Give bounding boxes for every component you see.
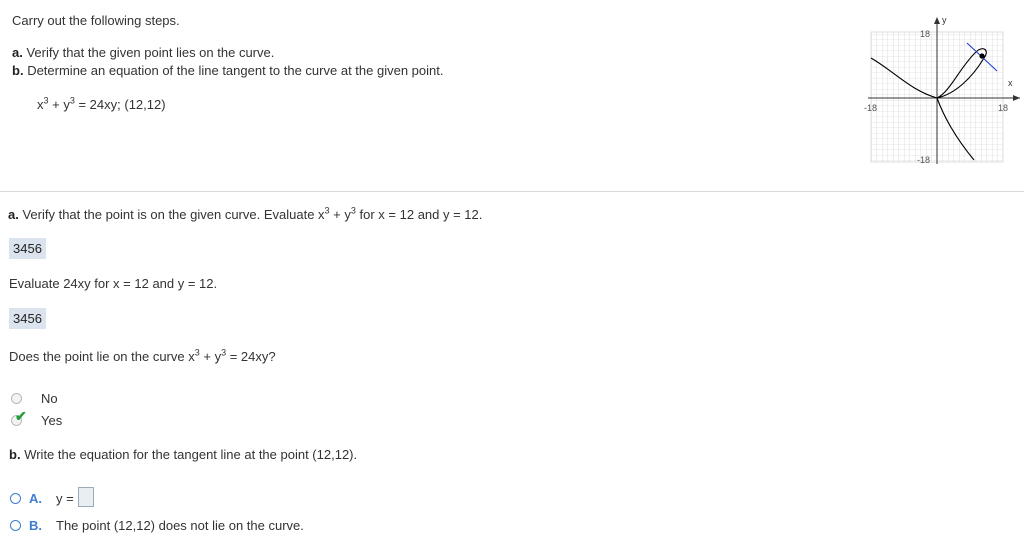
answer-2-field[interactable]: 3456 xyxy=(9,308,46,329)
part-a-text3: for x = 12 and y = 12. xyxy=(355,207,483,222)
option-b-text[interactable]: The point (12,12) does not lie on the cu… xyxy=(56,518,304,533)
part-a-instruction: a. Verify that the point is on the given… xyxy=(8,206,483,222)
no-radio[interactable] xyxy=(11,393,22,404)
point-marker xyxy=(979,53,985,59)
lie-question: Does the point lie on the curve x3 + y3 … xyxy=(9,348,276,364)
tick-right: 18 xyxy=(998,103,1008,113)
curve-graph: y x 18 -18 -18 18 xyxy=(864,15,1020,165)
part-b-letter: b. xyxy=(9,447,21,462)
step-b-letter: b. xyxy=(12,63,24,78)
step-a-letter: a. xyxy=(12,45,23,60)
lie-q2: + y xyxy=(199,349,222,364)
tangent-equation-input[interactable] xyxy=(78,487,94,507)
equation: x3 + y3 = 24xy; (12,12) xyxy=(37,96,166,112)
tick-left: -18 xyxy=(864,103,877,113)
part-a-letter: a. xyxy=(8,207,19,222)
part-b-instruction: b. Write the equation for the tangent li… xyxy=(9,447,357,462)
option-a-text: y = xyxy=(56,491,74,506)
lie-q1: Does the point lie on the curve x xyxy=(9,349,195,364)
lie-q3: = 24xy? xyxy=(226,349,276,364)
eval-24xy-text: Evaluate 24xy for x = 12 and y = 12. xyxy=(9,276,218,291)
option-a-letter[interactable]: A. xyxy=(29,491,42,506)
tick-bottom: -18 xyxy=(917,155,930,165)
yes-label[interactable]: Yes xyxy=(41,413,62,428)
eq-rest: = 24xy; (12,12) xyxy=(74,97,166,112)
checkmark-icon: ✔ xyxy=(15,408,27,424)
y-axis-label: y xyxy=(942,15,947,25)
part-a-text1: Verify that the point is on the given cu… xyxy=(22,207,325,222)
answer-1-field[interactable]: 3456 xyxy=(9,238,46,259)
step-a: a. Verify that the given point lies on t… xyxy=(12,45,274,60)
option-b-letter[interactable]: B. xyxy=(29,518,42,533)
x-axis-label: x xyxy=(1008,78,1013,88)
part-a-text2: + y xyxy=(329,207,351,222)
x-axis-arrow-icon xyxy=(1013,95,1020,101)
step-b-text: Determine an equation of the line tangen… xyxy=(27,63,444,78)
intro-text: Carry out the following steps. xyxy=(12,13,180,28)
y-axis-arrow-icon xyxy=(934,17,940,24)
step-a-text: Verify that the given point lies on the … xyxy=(26,45,275,60)
option-a-radio[interactable] xyxy=(10,493,21,504)
part-b-text: Write the equation for the tangent line … xyxy=(24,447,358,462)
option-b-radio[interactable] xyxy=(10,520,21,531)
section-divider xyxy=(0,191,1024,192)
no-label[interactable]: No xyxy=(41,391,58,406)
step-b: b. Determine an equation of the line tan… xyxy=(12,63,443,78)
tick-top: 18 xyxy=(920,29,930,39)
eq-plus-y: + y xyxy=(48,97,70,112)
